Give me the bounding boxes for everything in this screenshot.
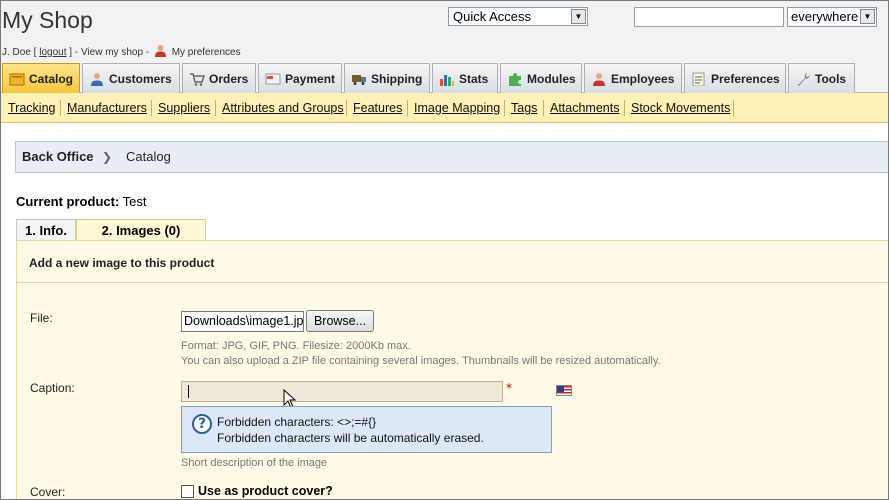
subnav-separator	[504, 100, 505, 116]
subnav-tracking[interactable]: Tracking	[8, 101, 55, 115]
tab-product-images[interactable]: 2. Images (0)	[76, 219, 206, 241]
section-title: Add a new image to this product	[29, 256, 215, 270]
subnav-image-mapping[interactable]: Image Mapping	[414, 101, 500, 115]
preferences-icon	[692, 72, 705, 86]
subnav-separator	[151, 100, 152, 116]
file-input[interactable]: Downloads\image1.jpg	[181, 311, 304, 332]
tab-employees[interactable]: Employees	[584, 63, 682, 93]
subnav-separator	[60, 100, 61, 116]
subnav-separator	[733, 100, 734, 116]
cover-checkbox-label[interactable]: Use as product cover?	[198, 484, 333, 498]
divider	[17, 282, 888, 283]
payment-icon	[265, 73, 281, 85]
subnav-attributes-groups[interactable]: Attributes and Groups	[222, 101, 344, 115]
search-input[interactable]	[634, 7, 784, 27]
current-product-name: Test	[122, 194, 147, 209]
subnav-separator	[346, 100, 347, 116]
cart-icon	[190, 73, 205, 86]
format-hint: Format: JPG, GIF, PNG. Filesize: 2000Kb …	[181, 340, 411, 352]
subnav-manufacturers[interactable]: Manufacturers	[67, 101, 147, 115]
tab-payment[interactable]: Payment	[258, 63, 342, 93]
tab-modules[interactable]: Modules	[500, 63, 582, 93]
zip-hint: You can also upload a ZIP file containin…	[181, 355, 661, 367]
search-scope-value: everywhere	[791, 9, 859, 24]
tab-customers[interactable]: Customers	[82, 63, 180, 93]
tooltip-line-1: Forbidden characters: <>;=#{}	[217, 415, 377, 429]
subnav-stock-movements[interactable]: Stock Movements	[631, 101, 730, 115]
browse-button[interactable]: Browse...	[306, 310, 374, 332]
view-shop-link[interactable]: View my shop	[81, 47, 143, 58]
us-flag-icon[interactable]	[556, 385, 572, 396]
tab-orders[interactable]: Orders	[182, 63, 256, 93]
caption-input[interactable]	[181, 381, 503, 402]
tab-preferences[interactable]: Preferences	[684, 63, 786, 93]
current-product: Current product: Test	[16, 194, 147, 209]
cover-checkbox[interactable]	[181, 485, 194, 498]
main-tabs: Catalog Customers Orders Payment Shippin…	[1, 63, 888, 93]
current-product-label: Current product:	[16, 194, 120, 209]
my-preferences-link[interactable]: My preferences	[172, 47, 241, 58]
required-mark: *	[506, 381, 512, 395]
subnav-separator	[215, 100, 216, 116]
chevron-down-icon[interactable]: ▼	[860, 9, 875, 24]
subnav-features[interactable]: Features	[353, 101, 402, 115]
caption-label: Caption:	[30, 381, 75, 395]
forbidden-chars-tooltip: ? Forbidden characters: <>;=#{} Forbidde…	[181, 406, 552, 453]
wrench-icon	[798, 73, 810, 86]
puzzle-icon	[509, 73, 521, 86]
truck-icon	[352, 75, 366, 85]
breadcrumb-home[interactable]: Back Office	[22, 149, 94, 164]
subnav-tags[interactable]: Tags	[511, 101, 537, 115]
search-scope-select[interactable]: everywhere ▼	[787, 7, 877, 27]
subnav-separator	[543, 100, 544, 116]
breadcrumb-current: Catalog	[126, 149, 171, 164]
subnav-separator	[624, 100, 625, 116]
tab-catalog[interactable]: Catalog	[2, 63, 80, 93]
file-label: File:	[30, 311, 53, 325]
breadcrumb: Back Office ❯ Catalog	[15, 141, 888, 173]
chevron-down-icon[interactable]: ▼	[571, 9, 586, 24]
app-window: My Shop J. Doe [ logout ] - View my shop…	[0, 0, 889, 500]
customers-icon	[91, 73, 103, 86]
catalog-icon	[9, 73, 25, 86]
user-icon	[154, 45, 166, 57]
cover-label: Cover:	[30, 485, 66, 499]
text-caret	[188, 385, 189, 398]
tab-tools[interactable]: Tools	[788, 63, 855, 93]
employee-icon	[593, 73, 605, 86]
images-panel: Add a new image to this product	[16, 240, 888, 499]
caption-hint: Short description of the image	[181, 457, 328, 469]
subnav-suppliers[interactable]: Suppliers	[158, 101, 210, 115]
tab-stats[interactable]: Stats	[432, 63, 498, 93]
logout-link[interactable]: logout	[39, 47, 66, 58]
quick-access-select[interactable]: Quick Access ▼	[448, 7, 588, 26]
question-icon: ?	[192, 414, 212, 434]
subnav-separator	[407, 100, 408, 116]
user-line: J. Doe [ logout ] - View my shop - My pr…	[2, 44, 241, 58]
chevron-right-icon: ❯	[102, 150, 113, 164]
tooltip-line-2: Forbidden characters will be automatical…	[217, 431, 484, 445]
stats-icon	[440, 75, 454, 86]
quick-access-value: Quick Access	[453, 9, 532, 24]
tab-shipping[interactable]: Shipping	[344, 63, 430, 93]
header: My Shop J. Doe [ logout ] - View my shop…	[1, 1, 888, 63]
shop-title: My Shop	[2, 7, 93, 33]
subnav-attachments[interactable]: Attachments	[550, 101, 619, 115]
tab-product-info[interactable]: 1. Info.	[16, 219, 76, 241]
user-name: J. Doe	[2, 47, 31, 58]
sub-navigation: Tracking Manufacturers Suppliers Attribu…	[1, 93, 888, 123]
